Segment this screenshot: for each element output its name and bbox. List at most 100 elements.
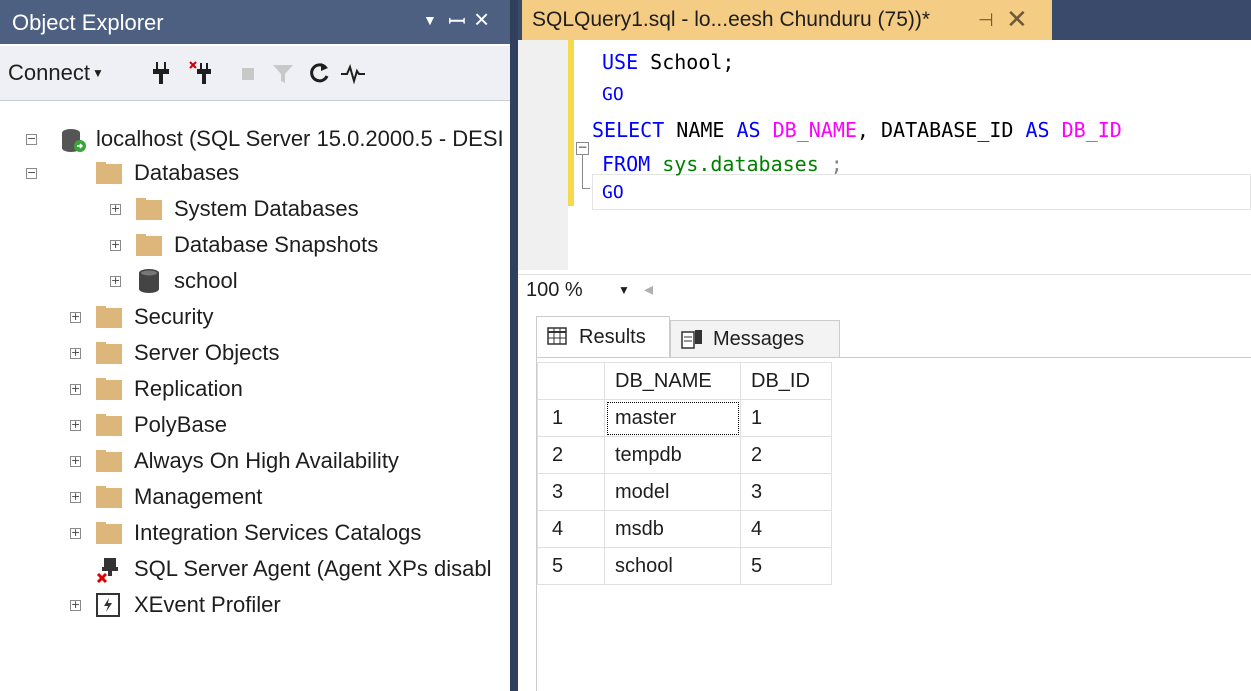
- tree-node-sql-server-agent[interactable]: SQL Server Agent (Agent XPs disabl: [0, 552, 510, 588]
- object-explorer-toolbar: Connect ▼: [0, 46, 510, 101]
- close-icon[interactable]: ×: [474, 4, 489, 35]
- table-row[interactable]: 2 tempdb 2: [537, 436, 832, 474]
- code-text: NAME: [664, 118, 737, 142]
- expand-toggle[interactable]: +: [110, 239, 121, 251]
- folder-icon: [96, 522, 122, 544]
- current-line-highlight: [592, 174, 1251, 210]
- table-cell[interactable]: 5: [740, 547, 832, 585]
- query-tab-active[interactable]: SQLQuery1.sql - lo...eesh Chunduru (75))…: [522, 0, 1052, 40]
- expand-toggle[interactable]: +: [70, 311, 81, 323]
- collapse-toggle[interactable]: −: [26, 133, 37, 145]
- table-cell[interactable]: model: [604, 473, 741, 511]
- row-number[interactable]: 3: [537, 473, 605, 511]
- tree-node-label: PolyBase: [134, 412, 227, 437]
- results-grid[interactable]: DB_NAME DB_ID 1 master 1 2 tempdb 2 3 mo…: [536, 358, 1251, 691]
- table-row[interactable]: 4 msdb 4: [537, 510, 832, 548]
- tree-node-label: System Databases: [174, 196, 359, 221]
- row-number[interactable]: 4: [537, 510, 605, 548]
- table-cell[interactable]: 4: [740, 510, 832, 548]
- tab-messages[interactable]: Messages: [670, 320, 840, 358]
- table-cell[interactable]: msdb: [604, 510, 741, 548]
- tree-node-database-snapshots[interactable]: + Database Snapshots: [0, 228, 510, 264]
- table-row[interactable]: 5 school 5: [537, 547, 832, 585]
- tree-node-label: Database Snapshots: [174, 232, 379, 257]
- row-number[interactable]: 5: [537, 547, 605, 585]
- zoom-dropdown[interactable]: 100 % ▼: [526, 279, 630, 302]
- tree-node-system-databases[interactable]: + System Databases: [0, 192, 510, 228]
- table-cell[interactable]: tempdb: [604, 436, 741, 474]
- pin-icon[interactable]: ꟷ: [448, 6, 466, 36]
- tree-node-label: Security: [134, 304, 214, 329]
- sql-editor[interactable]: − USE School; GO SELECT NAME AS DB_NAME,…: [518, 40, 1251, 270]
- code-text: , DATABASE_ID: [856, 118, 1026, 142]
- pin-tab-icon[interactable]: ⊣: [978, 10, 994, 31]
- code-line-4: FROM sys.databases ;: [602, 152, 843, 176]
- xevent-profiler-icon: [96, 593, 120, 617]
- tree-node-polybase[interactable]: + PolyBase: [0, 408, 510, 444]
- tree-node-label: Replication: [134, 376, 243, 401]
- tree-node-integration-services[interactable]: + Integration Services Catalogs: [0, 516, 510, 552]
- tree-node-label: school: [174, 268, 238, 293]
- window-position-dropdown-icon[interactable]: ▼: [423, 12, 437, 28]
- expand-toggle[interactable]: +: [110, 275, 121, 287]
- tree-node-server-objects[interactable]: + Server Objects: [0, 336, 510, 372]
- collapse-toggle[interactable]: −: [26, 167, 37, 179]
- keyword-select: SELECT: [592, 118, 665, 142]
- table-cell[interactable]: 2: [740, 436, 832, 474]
- expand-toggle[interactable]: +: [70, 455, 81, 467]
- refresh-icon[interactable]: [306, 60, 332, 86]
- column-header[interactable]: DB_NAME: [604, 362, 741, 400]
- filter-icon[interactable]: [270, 60, 296, 86]
- close-tab-icon[interactable]: ✕: [1006, 4, 1028, 35]
- code-line-1: USE School;: [602, 50, 734, 74]
- tree-node-security[interactable]: + Security: [0, 300, 510, 336]
- expand-toggle[interactable]: +: [110, 203, 121, 215]
- object-explorer-title: Object Explorer: [12, 10, 164, 35]
- keyword-as: AS: [736, 118, 761, 142]
- tree-node-xevent-profiler[interactable]: + XEvent Profiler: [0, 588, 510, 624]
- folder-icon: [96, 162, 122, 184]
- expand-toggle[interactable]: +: [70, 347, 81, 359]
- tree-node-server[interactable]: − localhost (SQL Server 15.0.2000.5 - DE…: [0, 122, 510, 158]
- row-number[interactable]: 1: [537, 399, 605, 437]
- tab-results[interactable]: Results: [536, 316, 670, 357]
- expand-toggle[interactable]: +: [70, 383, 81, 395]
- folder-icon: [136, 234, 162, 256]
- tree-node-databases[interactable]: − Databases: [0, 156, 510, 192]
- table-cell[interactable]: master: [604, 399, 741, 437]
- code-outline-line: [582, 155, 583, 189]
- connect-plug-icon[interactable]: [148, 60, 174, 86]
- table-cell[interactable]: 1: [740, 399, 832, 437]
- alias-text: DB_ID: [1049, 118, 1122, 142]
- scroll-left-icon[interactable]: ◂: [644, 279, 653, 300]
- expand-toggle[interactable]: +: [70, 599, 81, 611]
- keyword-as: AS: [1025, 118, 1050, 142]
- folder-icon: [96, 342, 122, 364]
- column-header[interactable]: DB_ID: [740, 362, 832, 400]
- expand-toggle[interactable]: +: [70, 527, 81, 539]
- tree-node-management[interactable]: + Management: [0, 480, 510, 516]
- table-header-row: DB_NAME DB_ID: [537, 362, 832, 400]
- code-collapse-toggle[interactable]: −: [576, 141, 589, 155]
- tree-node-always-on[interactable]: + Always On High Availability: [0, 444, 510, 480]
- connect-dropdown-button[interactable]: Connect ▼: [8, 60, 104, 86]
- keyword-go: GO: [602, 84, 624, 105]
- table-cell[interactable]: 3: [740, 473, 832, 511]
- table-row[interactable]: 3 model 3: [537, 473, 832, 511]
- editor-gutter: [518, 40, 568, 270]
- tree-node-replication[interactable]: + Replication: [0, 372, 510, 408]
- tree-node-school-database[interactable]: + school: [0, 264, 510, 300]
- row-number[interactable]: 2: [537, 436, 605, 474]
- tab-results-label: Results: [579, 326, 646, 348]
- zoom-level: 100 %: [526, 279, 583, 301]
- panel-splitter[interactable]: [510, 0, 518, 691]
- table-cell[interactable]: school: [604, 547, 741, 585]
- expand-toggle[interactable]: +: [70, 419, 81, 431]
- disconnect-icon[interactable]: [188, 60, 214, 86]
- expand-toggle[interactable]: +: [70, 491, 81, 503]
- chevron-down-icon: ▼: [618, 283, 630, 297]
- activity-monitor-icon[interactable]: [340, 60, 366, 86]
- table-row[interactable]: 1 master 1: [537, 399, 832, 437]
- code-line-2: GO: [602, 84, 624, 105]
- stop-icon[interactable]: [236, 60, 262, 86]
